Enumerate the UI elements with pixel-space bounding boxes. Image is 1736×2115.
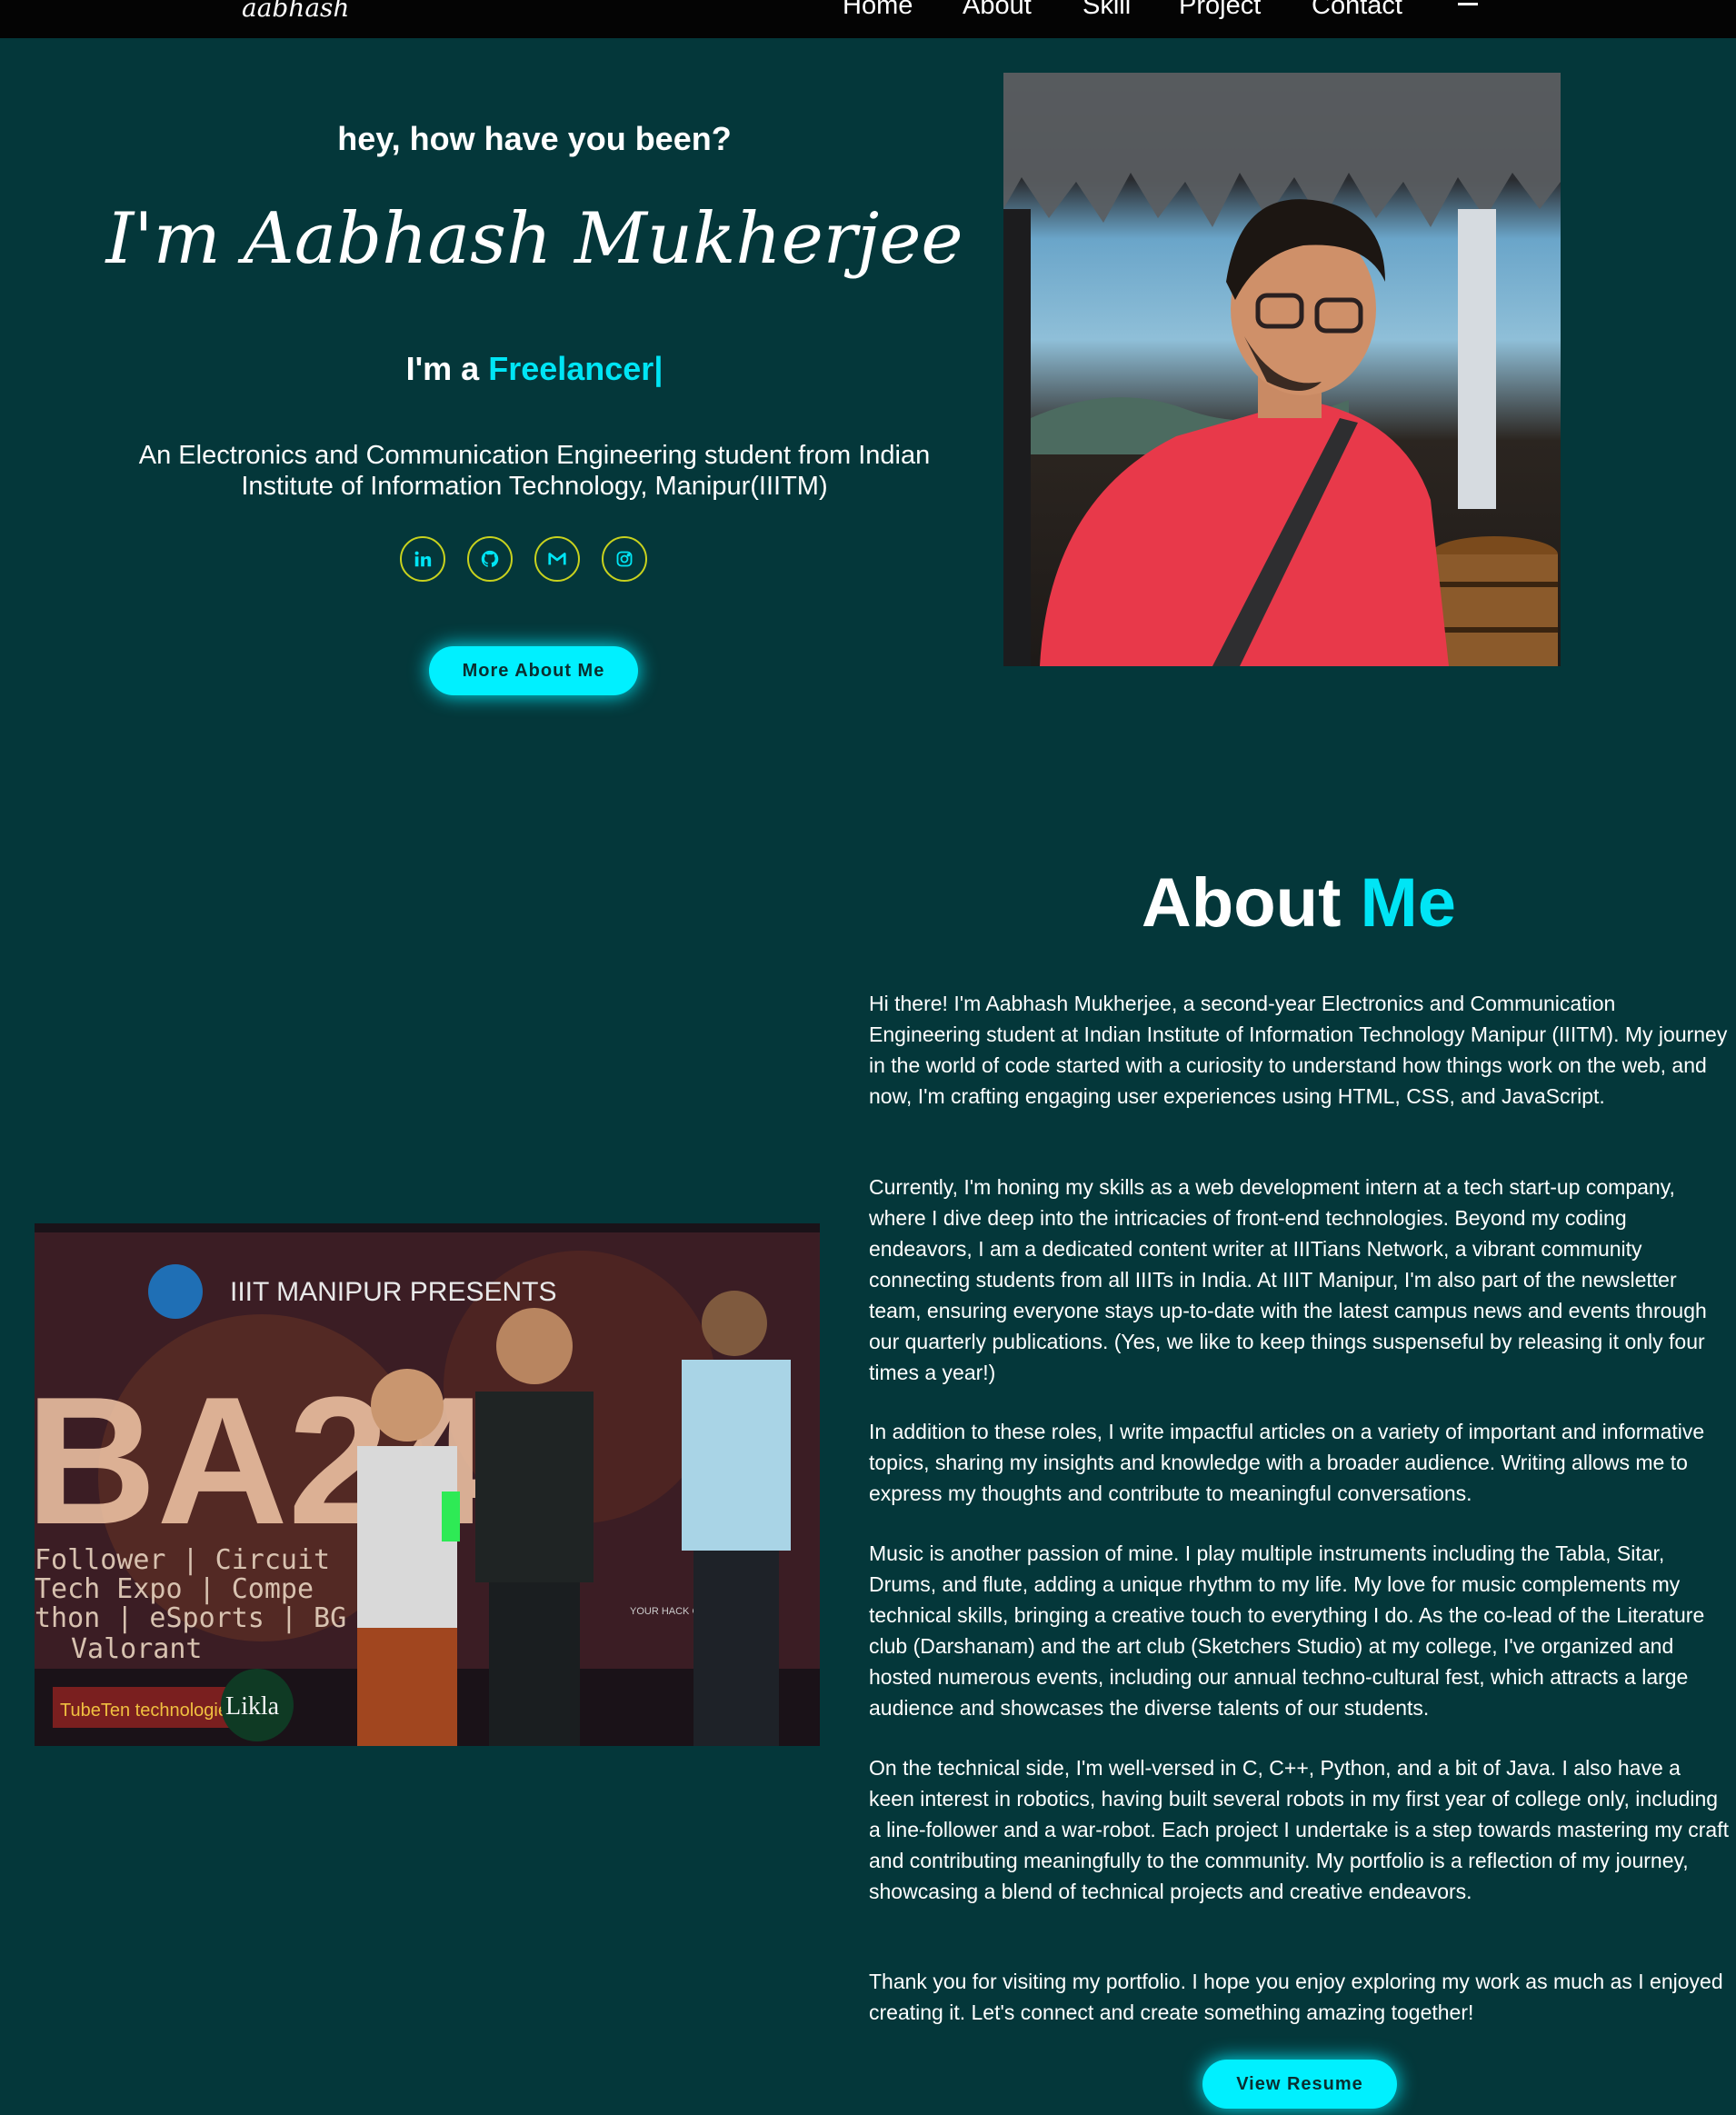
about-paragraph: In addition to these roles, I write impa… <box>869 1420 1705 1505</box>
gmail-icon[interactable] <box>534 536 580 582</box>
navbar: aabhash Home About Skill Project Contact <box>0 0 1736 38</box>
site-logo[interactable]: aabhash <box>242 0 349 23</box>
github-icon[interactable] <box>467 536 513 582</box>
nav-link-skill[interactable]: Skill <box>1083 0 1131 21</box>
about-paragraph: Thank you for visiting my portfolio. I h… <box>869 1970 1723 2024</box>
sponsor-right: Likla <box>225 1692 280 1721</box>
about-paragraph: Hi there! I'm Aabhash Mukherjee, a secon… <box>869 992 1728 1108</box>
social-links <box>400 536 647 582</box>
about-title-main: About <box>1141 864 1361 942</box>
instagram-icon[interactable] <box>602 536 647 582</box>
nav-link-contact[interactable]: Contact <box>1312 0 1402 21</box>
nav-link-project[interactable]: Project <box>1179 0 1261 21</box>
profile-photo <box>1003 73 1561 666</box>
hero-greeting: hey, how have you been? <box>337 120 732 157</box>
about-paragraph: Currently, I'm honing my skills as a web… <box>869 1175 1707 1384</box>
banner-title: IIIT MANIPUR PRESENTS <box>230 1277 557 1307</box>
role-prefix: I'm a <box>405 350 489 387</box>
event-list-line: thon | eSports | BG <box>35 1602 346 1634</box>
event-list-line: Follower | Circuit <box>35 1544 330 1576</box>
menu-icon[interactable] <box>1458 0 1478 15</box>
typing-cursor: | <box>653 350 663 387</box>
hero-role: I'm a Freelancer| <box>136 350 933 388</box>
more-about-me-button[interactable]: More About Me <box>429 646 638 695</box>
award-photo: IIIT MANIPUR PRESENTS BA24 Follower | Ci… <box>35 1223 820 1746</box>
hero-intro: An Electronics and Communication Enginee… <box>138 441 931 501</box>
about-heading: About Me <box>869 863 1729 943</box>
sponsor-left: TubeTen technologies <box>60 1701 237 1721</box>
about-paragraph: On the technical side, I'm well-versed i… <box>869 1756 1729 1903</box>
role-word: Freelancer <box>488 350 654 387</box>
about-paragraph: Music is another passion of mine. I play… <box>869 1541 1705 1720</box>
nav-link-home[interactable]: Home <box>843 0 913 21</box>
nav-link-about[interactable]: About <box>963 0 1032 21</box>
linkedin-icon[interactable] <box>400 536 445 582</box>
view-resume-button[interactable]: View Resume <box>1202 2060 1397 2109</box>
about-title-highlight: Me <box>1360 864 1457 942</box>
hero-name: I'm Aabhash Mukherjee <box>105 198 963 280</box>
event-list-line: Valorant <box>71 1633 203 1665</box>
event-list-line: Tech Expo | Compe <box>35 1573 314 1605</box>
